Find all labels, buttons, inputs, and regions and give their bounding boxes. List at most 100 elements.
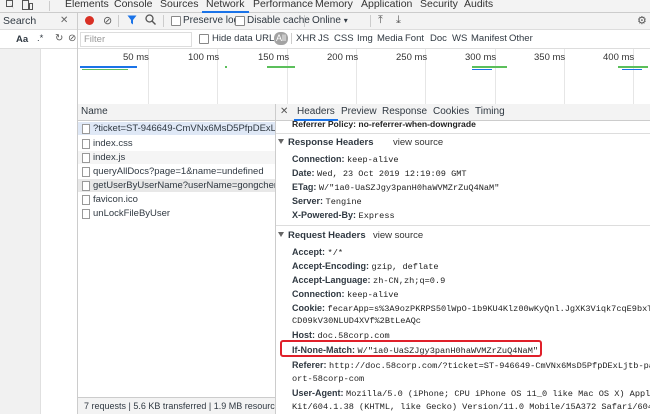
- time-tick-label: 50 ms: [123, 52, 149, 63]
- tab-audits[interactable]: Audits: [464, 0, 493, 12]
- header-row: Connection: keep-alive: [292, 154, 399, 165]
- summary-text: 7 requests | 5.6 KB transferred | 1.9 MB…: [84, 401, 275, 411]
- file-icon: [82, 181, 90, 191]
- request-row[interactable]: index.js: [78, 151, 275, 164]
- timeline-bar: [267, 66, 295, 68]
- search-panel-title[interactable]: Search: [3, 15, 36, 27]
- close-detail-icon[interactable]: ✕: [280, 104, 288, 120]
- request-name: index.css: [93, 138, 133, 149]
- request-view-source-link[interactable]: view source: [373, 230, 423, 241]
- export-har-icon[interactable]: ⤓: [396, 14, 401, 27]
- type-filter-xhr[interactable]: XHR: [296, 33, 316, 44]
- time-tick-label: 250 ms: [396, 52, 428, 63]
- tab-memory[interactable]: Memory: [315, 0, 353, 12]
- referrer-policy-row: Referrer Policy: no-referrer-when-downgr…: [292, 119, 476, 129]
- time-tick-label: 150 ms: [258, 52, 290, 63]
- header-row: Date: Wed, 23 Oct 2019 12:19:09 GMT: [292, 168, 467, 179]
- response-headers-section[interactable]: Response Headers: [278, 137, 374, 148]
- hide-data-urls-label: Hide data URLs: [212, 33, 280, 44]
- collapse-triangle-icon: [278, 139, 284, 144]
- request-name: index.js: [93, 152, 126, 163]
- search-drawer: Search ✕ Aa .* ↻ ⊘: [0, 13, 78, 414]
- request-name: favicon.ico: [93, 194, 138, 205]
- request-row[interactable]: ?ticket=ST-946649-CmVNx6MsD5PfpDExLjtb..…: [78, 122, 275, 135]
- tab-sources[interactable]: Sources: [160, 0, 199, 12]
- import-har-icon[interactable]: ⤒: [378, 14, 383, 27]
- device-toolbar-icon[interactable]: [22, 0, 33, 10]
- inspect-icon[interactable]: [6, 0, 15, 10]
- type-filter-all[interactable]: All: [274, 32, 289, 45]
- preserve-log-checkbox[interactable]: [171, 15, 181, 27]
- type-filter-font[interactable]: Font: [405, 33, 424, 44]
- tab-network[interactable]: Network: [202, 0, 248, 13]
- file-icon: [82, 153, 90, 163]
- tab-application[interactable]: Application: [361, 0, 412, 12]
- clear-icon[interactable]: ⊘: [68, 33, 76, 44]
- disable-cache-checkbox[interactable]: [235, 15, 245, 27]
- file-icon: [82, 195, 90, 205]
- header-row-continued: ort-58corp-com: [292, 374, 365, 384]
- file-icon: [82, 167, 90, 177]
- request-row[interactable]: getUserByUserName?userName=gongchenghui: [78, 179, 275, 192]
- type-filter-other[interactable]: Other: [509, 33, 533, 44]
- header-row-continued: CD09kV30NLUD4XVf%2BtLeAQc: [292, 316, 421, 326]
- tab-elements[interactable]: Elements: [65, 0, 109, 12]
- match-case-toggle[interactable]: Aa: [16, 34, 28, 45]
- type-filter-css[interactable]: CSS: [334, 33, 354, 44]
- timeline-bar: [225, 66, 227, 68]
- filter-input[interactable]: Filter: [80, 32, 192, 47]
- request-name: queryAllDocs?page=1&name=undefined: [93, 166, 264, 177]
- time-tick-label: 100 ms: [188, 52, 220, 63]
- gear-icon[interactable]: ⚙: [637, 14, 647, 27]
- request-name: ?ticket=ST-946649-CmVNx6MsD5PfpDExLjtb..…: [93, 123, 275, 134]
- refresh-icon[interactable]: ↻: [55, 33, 63, 44]
- filter-bar: Filter Hide data URLs All XHR JS CSS Img…: [78, 30, 650, 49]
- type-filter-doc[interactable]: Doc: [430, 33, 447, 44]
- time-tick-label: 200 ms: [327, 52, 359, 63]
- type-filter-ws[interactable]: WS: [452, 33, 467, 44]
- chevron-down-icon: ▾: [343, 16, 348, 25]
- throttling-select[interactable]: Online ▾: [312, 15, 348, 26]
- file-icon: [82, 124, 90, 134]
- response-view-source-link[interactable]: view source: [393, 137, 443, 148]
- request-row[interactable]: queryAllDocs?page=1&name=undefined: [78, 165, 275, 178]
- request-name: getUserByUserName?userName=gongchenghui: [93, 180, 275, 191]
- regex-toggle[interactable]: .*: [37, 33, 43, 44]
- tab-console[interactable]: Console: [114, 0, 153, 12]
- request-headers-section[interactable]: Request Headers: [278, 230, 366, 241]
- header-row: ETag: W/"1a0-UaSZJgy3panH0haWVMZrZuQ4NaM…: [292, 182, 500, 193]
- close-icon[interactable]: ✕: [60, 15, 68, 26]
- clear-log-icon[interactable]: ⊘: [103, 14, 112, 27]
- devtools-tabbar: Elements Console Sources Network Perform…: [0, 0, 650, 13]
- header-row: Connection: keep-alive: [292, 289, 399, 300]
- request-row[interactable]: favicon.ico: [78, 193, 275, 206]
- timeline-bar: [472, 66, 507, 68]
- type-filter-manifest[interactable]: Manifest: [471, 33, 507, 44]
- timeline-bar: [82, 69, 128, 70]
- header-row: Accept: */*: [292, 247, 344, 258]
- timeline-bar: [618, 66, 648, 68]
- type-filter-img[interactable]: Img: [357, 33, 373, 44]
- filter-placeholder: Filter: [84, 34, 106, 45]
- tab-performance[interactable]: Performance: [253, 0, 313, 12]
- filter-icon[interactable]: [127, 15, 137, 28]
- type-filter-media[interactable]: Media: [377, 33, 403, 44]
- timeline-bar: [80, 66, 137, 68]
- collapse-triangle-icon: [278, 232, 284, 237]
- tab-security[interactable]: Security: [420, 0, 458, 12]
- record-button[interactable]: [85, 16, 94, 25]
- timeline-bar: [622, 69, 642, 70]
- type-filter-js[interactable]: JS: [318, 33, 329, 44]
- network-overview[interactable]: 50 ms 100 ms 150 ms 200 ms 250 ms 300 ms…: [78, 49, 650, 105]
- name-column-header[interactable]: Name: [78, 104, 275, 121]
- search-icon[interactable]: [145, 14, 156, 28]
- header-row: Accept-Encoding: gzip, deflate: [292, 261, 439, 272]
- header-row-continued: Kit/604.1.38 (KHTML, like Gecko) Version…: [292, 402, 650, 412]
- request-row[interactable]: unLockFileByUser: [78, 207, 275, 220]
- preserve-log-label: Preserve log: [183, 15, 240, 26]
- hide-data-urls-checkbox[interactable]: [199, 33, 209, 45]
- request-row[interactable]: index.css: [78, 137, 275, 150]
- network-summary-bar: 7 requests | 5.6 KB transferred | 1.9 MB…: [78, 397, 275, 414]
- tab-timing[interactable]: Timing: [475, 104, 505, 120]
- file-icon: [82, 139, 90, 149]
